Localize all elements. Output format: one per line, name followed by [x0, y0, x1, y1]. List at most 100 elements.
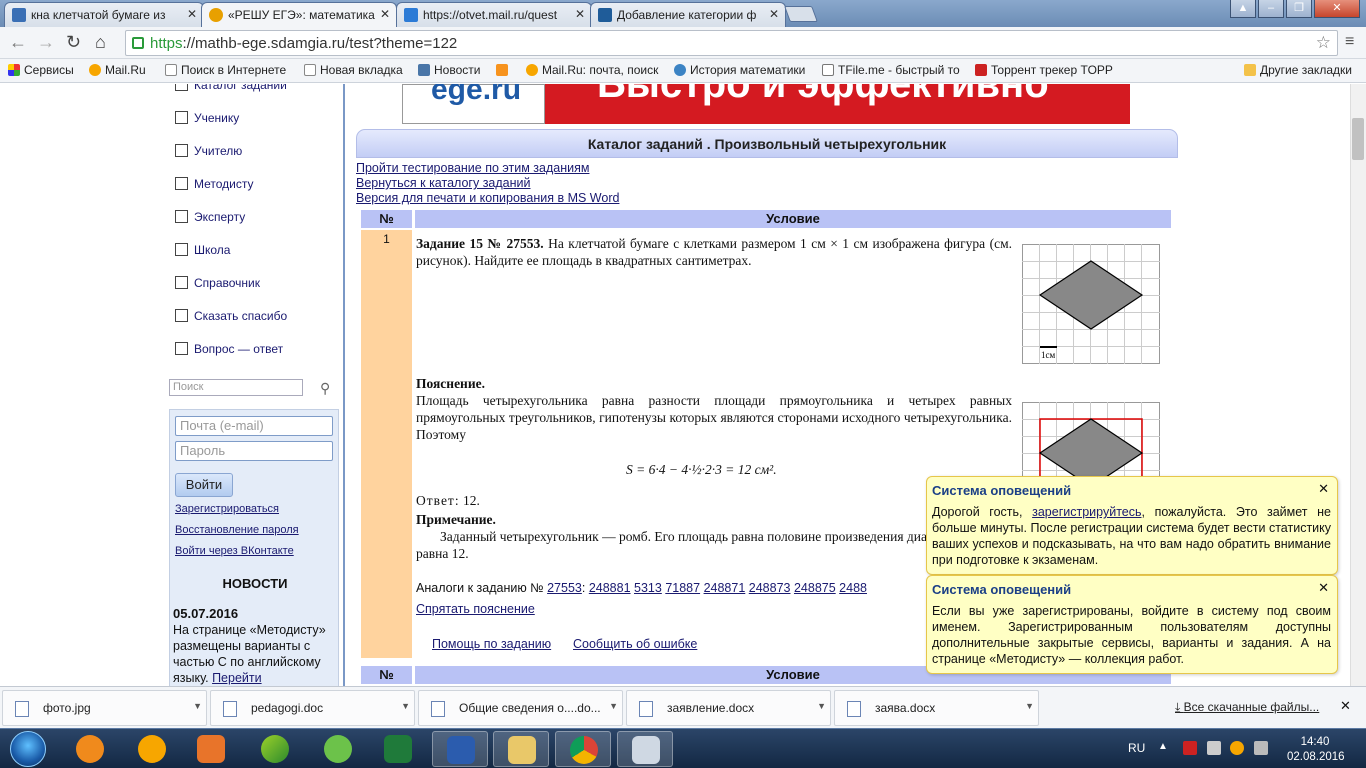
download-item[interactable]: pedagogi.doc ▼	[210, 690, 415, 726]
analog-link[interactable]: 248871	[704, 581, 746, 595]
taskbar-app[interactable]	[62, 731, 118, 767]
dropdown-icon[interactable]: ▼	[401, 701, 410, 711]
analog-link[interactable]: 248875	[794, 581, 836, 595]
bookmark-mailru[interactable]: Mail.Ru	[89, 63, 146, 77]
taskbar-app[interactable]	[124, 731, 180, 767]
scrollbar-thumb[interactable]	[1352, 118, 1364, 160]
analog-link[interactable]: 2488	[839, 581, 867, 595]
taskbar-app[interactable]	[183, 731, 239, 767]
minimize-button[interactable]: ‒	[1258, 0, 1284, 18]
notification-login: Система оповещений ✕ Если вы уже зарегис…	[926, 575, 1338, 674]
bookmark-history[interactable]: История математики	[674, 63, 805, 77]
download-item[interactable]: заява.docx ▼	[834, 690, 1039, 726]
dropdown-icon[interactable]: ▼	[817, 701, 826, 711]
analog-link[interactable]: 27553	[547, 581, 582, 595]
taskbar-app[interactable]	[555, 731, 611, 767]
tab-4[interactable]: Добавление категории ф ✕	[590, 2, 786, 27]
search-icon[interactable]: ⚲	[320, 380, 330, 397]
volume-icon[interactable]	[1254, 741, 1268, 755]
close-tab-icon[interactable]: ✕	[380, 7, 390, 21]
taskbar-app[interactable]	[432, 731, 488, 767]
restore-password-link[interactable]: Восстановление пароля	[175, 524, 299, 536]
news-more-link[interactable]: Перейти	[212, 671, 262, 685]
email-field[interactable]: Почта (e-mail)	[175, 416, 333, 436]
dropdown-icon[interactable]: ▼	[193, 701, 202, 711]
mail-agent-icon	[138, 735, 166, 763]
clock[interactable]: 14:40 02.08.2016	[1287, 735, 1345, 765]
tab-1[interactable]: кна клетчатой бумаге из ✕	[4, 2, 204, 27]
news-date: 05.07.2016	[173, 606, 239, 621]
start-test-link[interactable]: Пройти тестирование по этим заданиям	[356, 161, 589, 175]
bookmark-ok[interactable]	[496, 63, 512, 77]
address-bar[interactable]: https://mathb-ege.sdamgia.ru/test?theme=…	[125, 30, 1338, 56]
forward-arrow-icon[interactable]: →	[37, 32, 55, 53]
close-icon[interactable]: ✕	[1318, 481, 1329, 497]
close-icon[interactable]: ✕	[1340, 698, 1351, 714]
show-hidden-icons-icon[interactable]: ▲	[1158, 741, 1168, 752]
analog-link[interactable]: 71887	[665, 581, 700, 595]
bookmark-new-tab[interactable]: Новая вкладка	[304, 63, 403, 77]
tab-2[interactable]: «РЕШУ ЕГЭ»: математика ✕	[201, 2, 397, 27]
login-button[interactable]: Войти	[175, 473, 233, 497]
tab-3[interactable]: https://otvet.mail.ru/quest ✕	[396, 2, 592, 27]
task-help-link[interactable]: Помощь по заданию	[432, 637, 551, 651]
close-tab-icon[interactable]: ✕	[575, 7, 585, 21]
taskbar-app[interactable]	[247, 731, 303, 767]
register-link[interactable]: Зарегистрироваться	[175, 503, 279, 515]
checkbox-icon	[175, 177, 188, 190]
dropdown-icon[interactable]: ▼	[609, 701, 618, 711]
password-field[interactable]: Пароль	[175, 441, 333, 461]
close-tab-icon[interactable]: ✕	[187, 7, 197, 21]
bookmark-services[interactable]: Сервисы	[8, 63, 74, 77]
back-to-catalog-link[interactable]: Вернуться к каталогу заданий	[356, 176, 531, 190]
bookmark-search[interactable]: Поиск в Интернете	[165, 63, 286, 77]
start-button[interactable]	[10, 731, 46, 767]
bookmark-tfile[interactable]: TFile.me - быстрый то	[822, 63, 960, 77]
hide-explanation-link[interactable]: Спрятать пояснение	[416, 602, 535, 616]
analog-link[interactable]: 5313	[634, 581, 662, 595]
vk-login-link[interactable]: Войти через ВКонтакте	[175, 545, 294, 557]
close-icon[interactable]: ✕	[1318, 580, 1329, 596]
menu-icon[interactable]: ≡	[1345, 33, 1354, 51]
close-tab-icon[interactable]: ✕	[769, 7, 779, 21]
download-item[interactable]: Общие сведения о....do... ▼	[418, 690, 623, 726]
taskbar-app[interactable]	[617, 731, 673, 767]
back-arrow-icon[interactable]: ←	[9, 32, 27, 53]
bookmark-star-icon[interactable]: ☆	[1316, 33, 1331, 53]
new-tab-button[interactable]	[784, 6, 818, 22]
language-indicator[interactable]: RU	[1128, 741, 1145, 755]
print-version-link[interactable]: Версия для печати и копирования в MS Wor…	[356, 191, 619, 205]
media-player-icon	[197, 735, 225, 763]
checkbox-icon	[175, 276, 188, 289]
bookmark-news[interactable]: Новости	[418, 63, 480, 77]
restore-button[interactable]: ❐	[1286, 0, 1312, 18]
taskbar-app[interactable]	[493, 731, 549, 767]
note-title: Примечание.	[416, 512, 496, 527]
bookmark-torrent[interactable]: Торрент трекер TOPP	[975, 63, 1113, 77]
reload-icon[interactable]: ↻	[66, 32, 81, 53]
register-link[interactable]: зарегистрируйтесь	[1032, 505, 1141, 519]
download-item[interactable]: заявление.docx ▼	[626, 690, 831, 726]
analog-link[interactable]: 248881	[589, 581, 631, 595]
bookmark-mail[interactable]: Mail.Ru: почта, поиск	[526, 63, 658, 77]
user-icon[interactable]: ▲	[1230, 0, 1256, 18]
taskbar-app[interactable]	[310, 731, 366, 767]
reshu-ege-favicon-icon	[209, 8, 223, 22]
vertical-scrollbar[interactable]	[1350, 84, 1366, 686]
tray-app-icon[interactable]	[1230, 741, 1244, 755]
other-bookmarks[interactable]: Другие закладки	[1244, 63, 1352, 77]
news-heading: НОВОСТИ	[222, 576, 288, 591]
analog-link[interactable]: 248873	[749, 581, 791, 595]
download-item[interactable]: фото.jpg ▼	[2, 690, 207, 726]
search-input[interactable]: Поиск	[169, 379, 303, 396]
network-icon[interactable]	[1183, 741, 1197, 755]
torrent-icon	[975, 64, 987, 76]
close-window-button[interactable]: ✕	[1314, 0, 1360, 18]
report-error-link[interactable]: Сообщить об ошибке	[573, 637, 697, 651]
home-icon[interactable]: ⌂	[95, 32, 106, 53]
power-icon[interactable]	[1207, 741, 1221, 755]
ad-banner[interactable]: ege.ru Быстро и эффективно	[402, 84, 1130, 124]
taskbar-app[interactable]	[370, 731, 426, 767]
show-all-downloads-link[interactable]: ⤓ Все скачанные файлы...	[1175, 700, 1319, 715]
dropdown-icon[interactable]: ▼	[1025, 701, 1034, 711]
